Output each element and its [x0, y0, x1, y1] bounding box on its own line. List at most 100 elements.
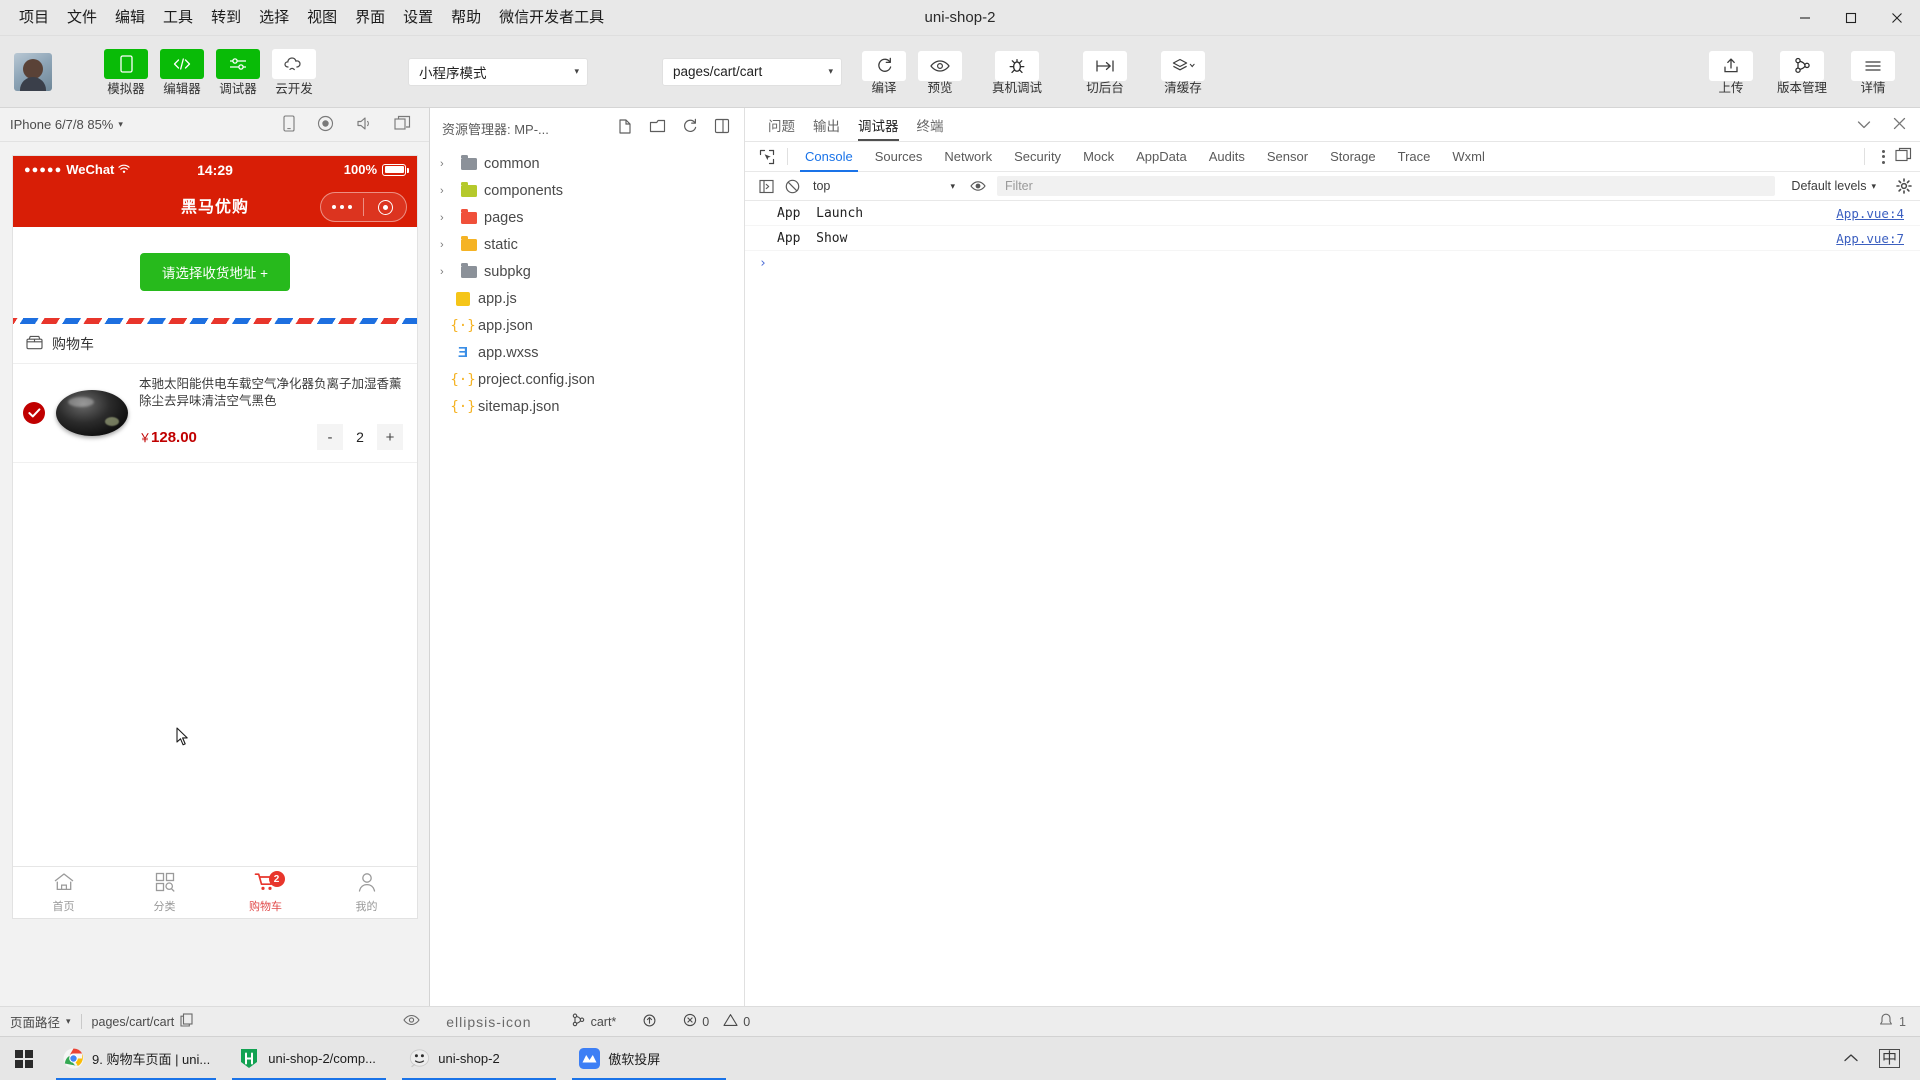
cart-item-row[interactable]: 本驰太阳能供电车载空气净化器负离子加湿香薰 除尘去异味清洁空气黑色 ￥128.0… [13, 364, 417, 463]
devtools-tab-wxml[interactable]: Wxml [1441, 142, 1496, 172]
tabbar-item-profile[interactable]: 我的 [316, 867, 417, 918]
menu-item-edit[interactable]: 编辑 [106, 4, 154, 32]
chevron-down-icon[interactable] [1857, 117, 1871, 135]
chevron-right-icon[interactable]: › [440, 239, 454, 251]
minimize-icon[interactable] [1782, 0, 1828, 36]
tray-chevron-up-icon[interactable] [1843, 1050, 1859, 1068]
menu-item-settings[interactable]: 设置 [394, 4, 442, 32]
new-folder-icon[interactable] [649, 118, 666, 138]
close-icon[interactable] [1874, 0, 1920, 36]
menu-item-tools[interactable]: 工具 [154, 4, 202, 32]
chevron-right-icon[interactable]: › [440, 212, 454, 224]
console-levels-select[interactable]: Default levels ▾ [1781, 179, 1886, 193]
user-avatar[interactable] [14, 52, 52, 91]
close-icon[interactable] [1893, 117, 1906, 135]
current-page-path[interactable]: pages/cart/cart [82, 1013, 204, 1030]
taskbar-item-chrome[interactable]: 9. 购物车页面 | uni... [48, 1037, 224, 1080]
item-selected-checkbox[interactable] [23, 402, 45, 424]
console-log-row[interactable]: App Show App.vue:7 [745, 226, 1920, 251]
page-path-label-group[interactable]: 页面路径 ▾ [0, 1012, 81, 1031]
gear-icon[interactable] [1886, 178, 1912, 194]
git-branch-indicator[interactable]: cart* [572, 1013, 616, 1030]
ime-indicator-icon[interactable]: 中 [1878, 1049, 1900, 1068]
tree-node-app-wxss[interactable]: Ǝapp.wxss [430, 339, 744, 366]
tree-node-components[interactable]: › components [430, 177, 744, 204]
console-sidebar-icon[interactable] [753, 179, 779, 194]
item-thumbnail[interactable] [55, 376, 129, 450]
capsule-menu-icon[interactable] [321, 204, 363, 210]
tabbar-item-home[interactable]: 首页 [13, 867, 114, 918]
chevron-right-icon[interactable]: › [440, 158, 454, 170]
devtools-tab-audits[interactable]: Audits [1198, 142, 1256, 172]
capsule-close-icon[interactable] [364, 199, 406, 215]
compile-button[interactable]: 编译 [856, 49, 912, 95]
panel-tab-terminal[interactable]: 终端 [908, 115, 953, 141]
console-context-select[interactable]: top ▾ [805, 179, 965, 193]
panel-tab-output[interactable]: 输出 [804, 115, 849, 141]
upload-button[interactable]: 上传 [1702, 49, 1760, 95]
panel-tab-problems[interactable]: 问题 [759, 115, 804, 141]
windows-start-icon[interactable] [0, 1037, 48, 1080]
preview-button[interactable]: 预览 [912, 49, 968, 95]
volume-icon[interactable] [356, 116, 372, 134]
notifications-indicator[interactable]: 1 [1879, 1013, 1920, 1031]
menu-item-interface[interactable]: 界面 [346, 4, 394, 32]
devtools-tab-mock[interactable]: Mock [1072, 142, 1125, 172]
toolbar-editor-button[interactable]: 编辑器 [154, 47, 210, 96]
page-path-select[interactable]: pages/cart/cart ▾ [662, 57, 842, 86]
toolbar-simulator-button[interactable]: 模拟器 [98, 47, 154, 96]
chevron-right-icon[interactable]: › [440, 266, 454, 278]
quantity-value[interactable]: 2 [343, 424, 377, 450]
devtools-tab-storage[interactable]: Storage [1319, 142, 1387, 172]
menu-item-goto[interactable]: 转到 [202, 4, 250, 32]
menu-item-view[interactable]: 视图 [298, 4, 346, 32]
increase-quantity-button[interactable]: + [377, 424, 403, 450]
tree-node-sitemap-json[interactable]: {·} sitemap.json [430, 393, 744, 420]
eye-icon[interactable] [403, 1014, 420, 1029]
devtools-tab-security[interactable]: Security [1003, 142, 1072, 172]
collapse-all-icon[interactable] [714, 118, 730, 138]
copy-icon[interactable] [180, 1013, 193, 1030]
console-log-source[interactable]: App.vue:4 [1836, 206, 1920, 221]
inspect-element-icon[interactable] [753, 149, 781, 165]
version-control-button[interactable]: 版本管理 [1768, 49, 1836, 95]
tree-node-pages[interactable]: › pages [430, 204, 744, 231]
devtools-tab-console[interactable]: Console [794, 142, 864, 172]
wechat-capsule-button[interactable] [320, 192, 407, 222]
decrease-quantity-button[interactable]: - [317, 424, 343, 450]
console-output[interactable]: App Launch App.vue:4 App Show App.vue:7 › [745, 201, 1920, 1006]
tree-node-app-js[interactable]: app.js [430, 285, 744, 312]
devtools-tab-appdata[interactable]: AppData [1125, 142, 1198, 172]
devtools-tab-network[interactable]: Network [933, 142, 1003, 172]
dock-panel-icon[interactable] [1895, 147, 1912, 167]
tree-node-app-json[interactable]: {·} app.json [430, 312, 744, 339]
menu-item-help[interactable]: 帮助 [442, 4, 490, 32]
choose-address-button[interactable]: 请选择收货地址 + [139, 253, 291, 291]
sync-icon[interactable] [642, 1013, 657, 1030]
maximize-icon[interactable] [1828, 0, 1874, 36]
refresh-icon[interactable] [682, 118, 698, 138]
problems-indicator[interactable]: 0 0 [683, 1013, 750, 1030]
devtools-tab-sensor[interactable]: Sensor [1256, 142, 1319, 172]
quantity-stepper[interactable]: - 2 + [317, 424, 403, 450]
tabbar-item-category[interactable]: 分类 [114, 867, 215, 918]
tree-node-static[interactable]: › static [430, 231, 744, 258]
compile-mode-select[interactable]: 小程序模式 ▾ [408, 57, 588, 86]
menu-item-select[interactable]: 选择 [250, 4, 298, 32]
multi-window-icon[interactable] [394, 115, 411, 134]
menu-item-project[interactable]: 项目 [10, 4, 58, 32]
devtools-tab-sources[interactable]: Sources [864, 142, 934, 172]
taskbar-item-hbuilder[interactable]: uni-shop-2/comp... [224, 1037, 394, 1080]
clear-console-icon[interactable] [779, 179, 805, 194]
clear-cache-button[interactable]: 清缓存 [1152, 49, 1214, 95]
console-filter-input[interactable]: Filter [997, 176, 1776, 196]
menu-item-devtools[interactable]: 微信开发者工具 [490, 4, 613, 32]
tree-node-project-config-json[interactable]: {·} project.config.json [430, 366, 744, 393]
record-icon[interactable] [317, 115, 334, 135]
devtools-tab-trace[interactable]: Trace [1387, 142, 1442, 172]
menu-item-file[interactable]: 文件 [58, 4, 106, 32]
ellipsis-icon[interactable]: ellipsis-icon [446, 1014, 531, 1030]
real-device-debug-button[interactable]: 真机调试 [982, 49, 1052, 95]
tree-node-common[interactable]: › common [430, 150, 744, 177]
console-log-row[interactable]: App Launch App.vue:4 [745, 201, 1920, 226]
